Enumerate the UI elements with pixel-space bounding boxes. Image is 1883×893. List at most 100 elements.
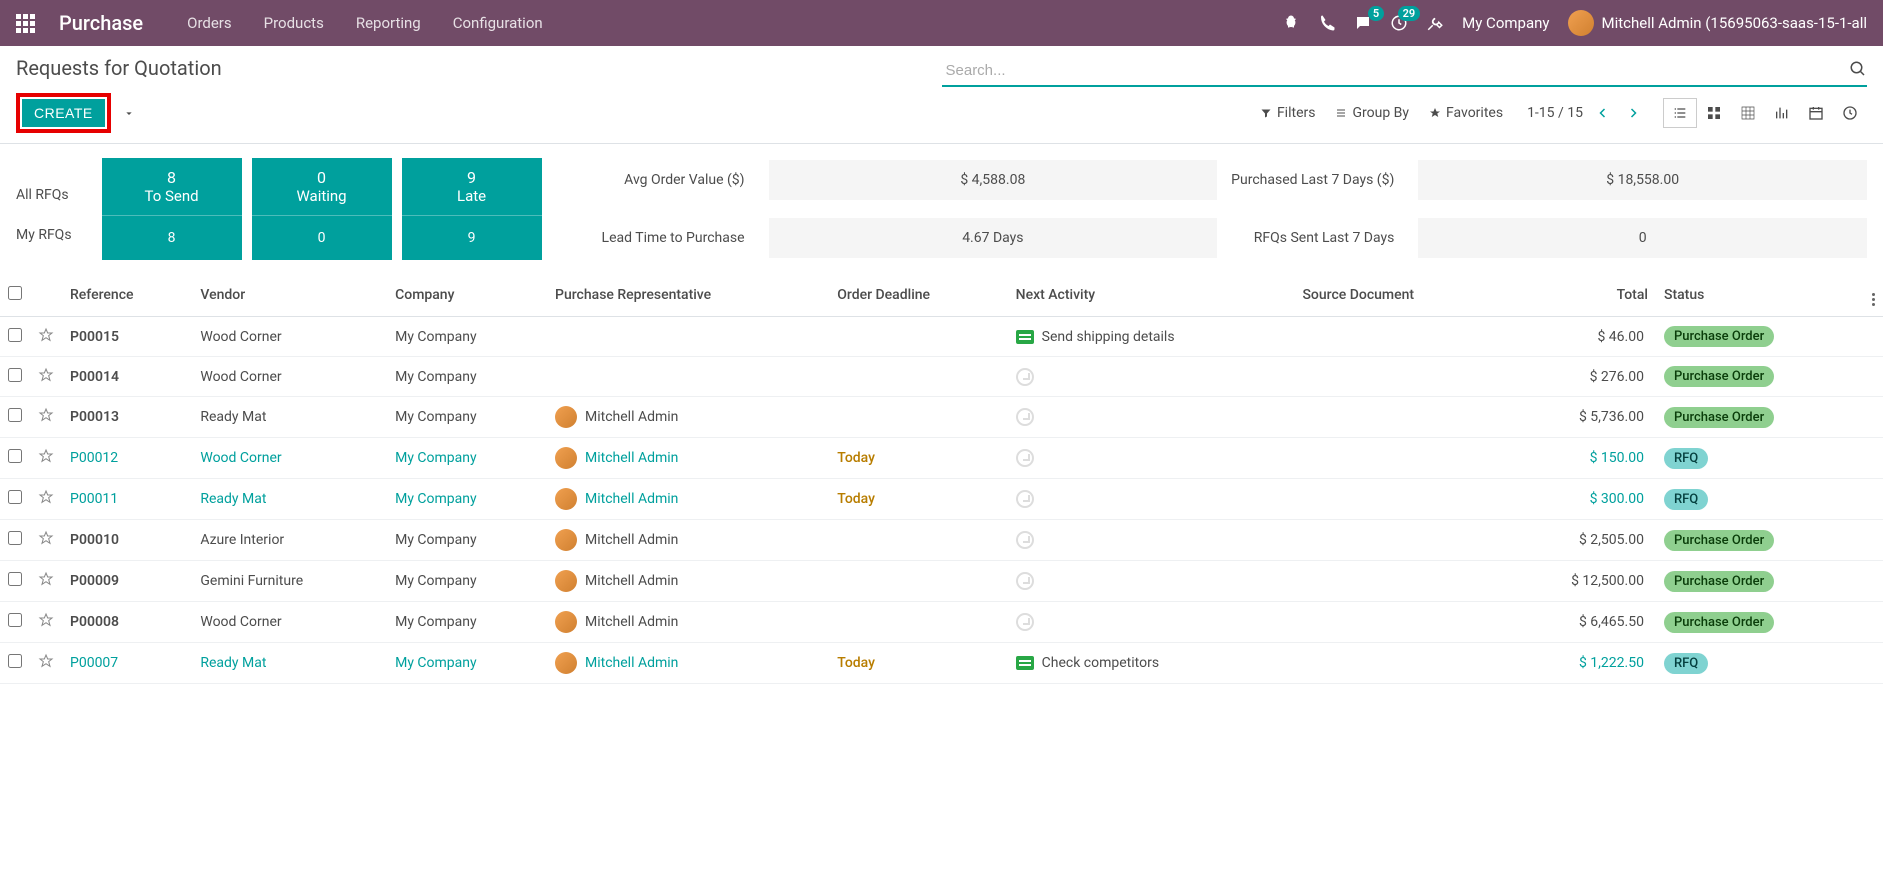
favorites-button[interactable]: Favorites bbox=[1429, 105, 1503, 121]
filters-button[interactable]: Filters bbox=[1260, 105, 1316, 121]
col-company[interactable]: Company bbox=[387, 274, 547, 317]
col-deadline[interactable]: Order Deadline bbox=[829, 274, 1007, 317]
search-icon[interactable] bbox=[1849, 60, 1867, 78]
cell-reference[interactable]: P00011 bbox=[70, 491, 118, 507]
row-checkbox[interactable] bbox=[8, 368, 22, 382]
view-activity-button[interactable] bbox=[1833, 98, 1867, 128]
groupby-button[interactable]: Group By bbox=[1335, 105, 1409, 121]
view-kanban-button[interactable] bbox=[1697, 98, 1731, 128]
favorite-star-icon[interactable] bbox=[38, 530, 54, 546]
col-vendor[interactable]: Vendor bbox=[192, 274, 387, 317]
cell-reference[interactable]: P00008 bbox=[70, 614, 119, 630]
deadline-text: Today bbox=[837, 655, 875, 671]
favorite-star-icon[interactable] bbox=[38, 612, 54, 628]
cell-reference[interactable]: P00007 bbox=[70, 655, 118, 671]
col-status[interactable]: Status bbox=[1656, 274, 1863, 317]
table-row[interactable]: P00009 Gemini Furniture My Company Mitch… bbox=[0, 561, 1883, 602]
nav-orders[interactable]: Orders bbox=[187, 14, 232, 32]
cell-reference[interactable]: P00014 bbox=[70, 369, 119, 385]
favorite-star-icon[interactable] bbox=[38, 571, 54, 587]
tile-waiting-my[interactable]: 0 bbox=[252, 216, 392, 260]
row-checkbox[interactable] bbox=[8, 328, 22, 342]
activity-list-icon[interactable] bbox=[1016, 330, 1034, 344]
col-options-icon[interactable] bbox=[1872, 293, 1875, 306]
messages-button[interactable]: 5 bbox=[1354, 14, 1372, 32]
tile-value: 8 bbox=[168, 230, 176, 246]
cell-reference[interactable]: P00013 bbox=[70, 409, 119, 425]
nav-products[interactable]: Products bbox=[264, 14, 324, 32]
pager-next-icon[interactable] bbox=[1627, 107, 1639, 119]
tile-late-all[interactable]: 9 Late bbox=[402, 158, 542, 216]
cell-reference[interactable]: P00015 bbox=[70, 329, 119, 345]
pivot-view-icon bbox=[1740, 105, 1756, 121]
activity-clock-icon[interactable] bbox=[1016, 490, 1034, 508]
view-graph-button[interactable] bbox=[1765, 98, 1799, 128]
table-row[interactable]: P00008 Wood Corner My Company Mitchell A… bbox=[0, 602, 1883, 643]
download-icon[interactable] bbox=[121, 105, 137, 121]
view-calendar-button[interactable] bbox=[1799, 98, 1833, 128]
favorite-star-icon[interactable] bbox=[38, 448, 54, 464]
app-title[interactable]: Purchase bbox=[59, 11, 143, 35]
row-checkbox[interactable] bbox=[8, 654, 22, 668]
row-checkbox[interactable] bbox=[8, 613, 22, 627]
table-row[interactable]: P00015 Wood Corner My Company Send shipp… bbox=[0, 317, 1883, 357]
tile-to-send-all[interactable]: 8 To Send bbox=[102, 158, 242, 216]
view-list-button[interactable] bbox=[1663, 98, 1697, 128]
search-input[interactable] bbox=[942, 56, 1868, 87]
user-menu[interactable]: Mitchell Admin (15695063-saas-15-1-all bbox=[1568, 10, 1868, 36]
tile-waiting-all[interactable]: 0 Waiting bbox=[252, 158, 392, 216]
favorite-star-icon[interactable] bbox=[38, 653, 54, 669]
activities-button[interactable]: 29 bbox=[1390, 14, 1408, 32]
col-reference[interactable]: Reference bbox=[62, 274, 192, 317]
activity-clock-icon[interactable] bbox=[1016, 408, 1034, 426]
cell-reference[interactable]: P00009 bbox=[70, 573, 119, 589]
company-selector[interactable]: My Company bbox=[1462, 14, 1549, 32]
row-checkbox[interactable] bbox=[8, 408, 22, 422]
row-checkbox[interactable] bbox=[8, 490, 22, 504]
col-activity[interactable]: Next Activity bbox=[1008, 274, 1295, 317]
row-checkbox[interactable] bbox=[8, 449, 22, 463]
row-checkbox[interactable] bbox=[8, 531, 22, 545]
favorite-star-icon[interactable] bbox=[38, 327, 54, 343]
activity-clock-icon[interactable] bbox=[1016, 613, 1034, 631]
favorite-star-icon[interactable] bbox=[38, 407, 54, 423]
phone-icon[interactable] bbox=[1318, 14, 1336, 32]
col-source[interactable]: Source Document bbox=[1294, 274, 1503, 317]
cell-vendor: Wood Corner bbox=[200, 329, 281, 345]
tile-late-my[interactable]: 9 bbox=[402, 216, 542, 260]
table-row[interactable]: P00012 Wood Corner My Company Mitchell A… bbox=[0, 438, 1883, 479]
nav-configuration[interactable]: Configuration bbox=[453, 14, 543, 32]
col-total[interactable]: Total bbox=[1504, 274, 1656, 317]
pager-prev-icon[interactable] bbox=[1597, 107, 1609, 119]
col-rep[interactable]: Purchase Representative bbox=[547, 274, 829, 317]
row-checkbox[interactable] bbox=[8, 572, 22, 586]
table-row[interactable]: P00014 Wood Corner My Company $ 276.00 P… bbox=[0, 357, 1883, 397]
view-pivot-button[interactable] bbox=[1731, 98, 1765, 128]
tools-icon[interactable] bbox=[1426, 14, 1444, 32]
tile-to-send-my[interactable]: 8 bbox=[102, 216, 242, 260]
activity-clock-icon[interactable] bbox=[1016, 368, 1034, 386]
apps-menu-icon[interactable] bbox=[16, 14, 35, 33]
table-row[interactable]: P00010 Azure Interior My Company Mitchel… bbox=[0, 520, 1883, 561]
pager-text[interactable]: 1-15 / 15 bbox=[1527, 105, 1583, 121]
activity-clock-icon[interactable] bbox=[1016, 449, 1034, 467]
table-row[interactable]: P00011 Ready Mat My Company Mitchell Adm… bbox=[0, 479, 1883, 520]
create-button[interactable]: CREATE bbox=[22, 99, 105, 127]
cell-reference[interactable]: P00010 bbox=[70, 532, 119, 548]
table-row[interactable]: P00013 Ready Mat My Company Mitchell Adm… bbox=[0, 397, 1883, 438]
favorite-star-icon[interactable] bbox=[38, 489, 54, 505]
my-rfqs-label[interactable]: My RFQs bbox=[16, 227, 72, 243]
favorite-star-icon[interactable] bbox=[38, 367, 54, 383]
activity-text: Send shipping details bbox=[1042, 329, 1175, 345]
nav-reporting[interactable]: Reporting bbox=[356, 14, 421, 32]
table-row[interactable]: P00007 Ready Mat My Company Mitchell Adm… bbox=[0, 643, 1883, 684]
select-all-checkbox[interactable] bbox=[8, 286, 22, 300]
activity-clock-icon[interactable] bbox=[1016, 572, 1034, 590]
cell-rep: Mitchell Admin bbox=[547, 520, 829, 561]
bug-icon[interactable] bbox=[1282, 14, 1300, 32]
activity-list-icon[interactable] bbox=[1016, 656, 1034, 670]
all-rfqs-label[interactable]: All RFQs bbox=[16, 187, 72, 203]
activity-clock-icon[interactable] bbox=[1016, 531, 1034, 549]
cell-reference[interactable]: P00012 bbox=[70, 450, 118, 466]
cell-total: $ 276.00 bbox=[1590, 369, 1644, 385]
